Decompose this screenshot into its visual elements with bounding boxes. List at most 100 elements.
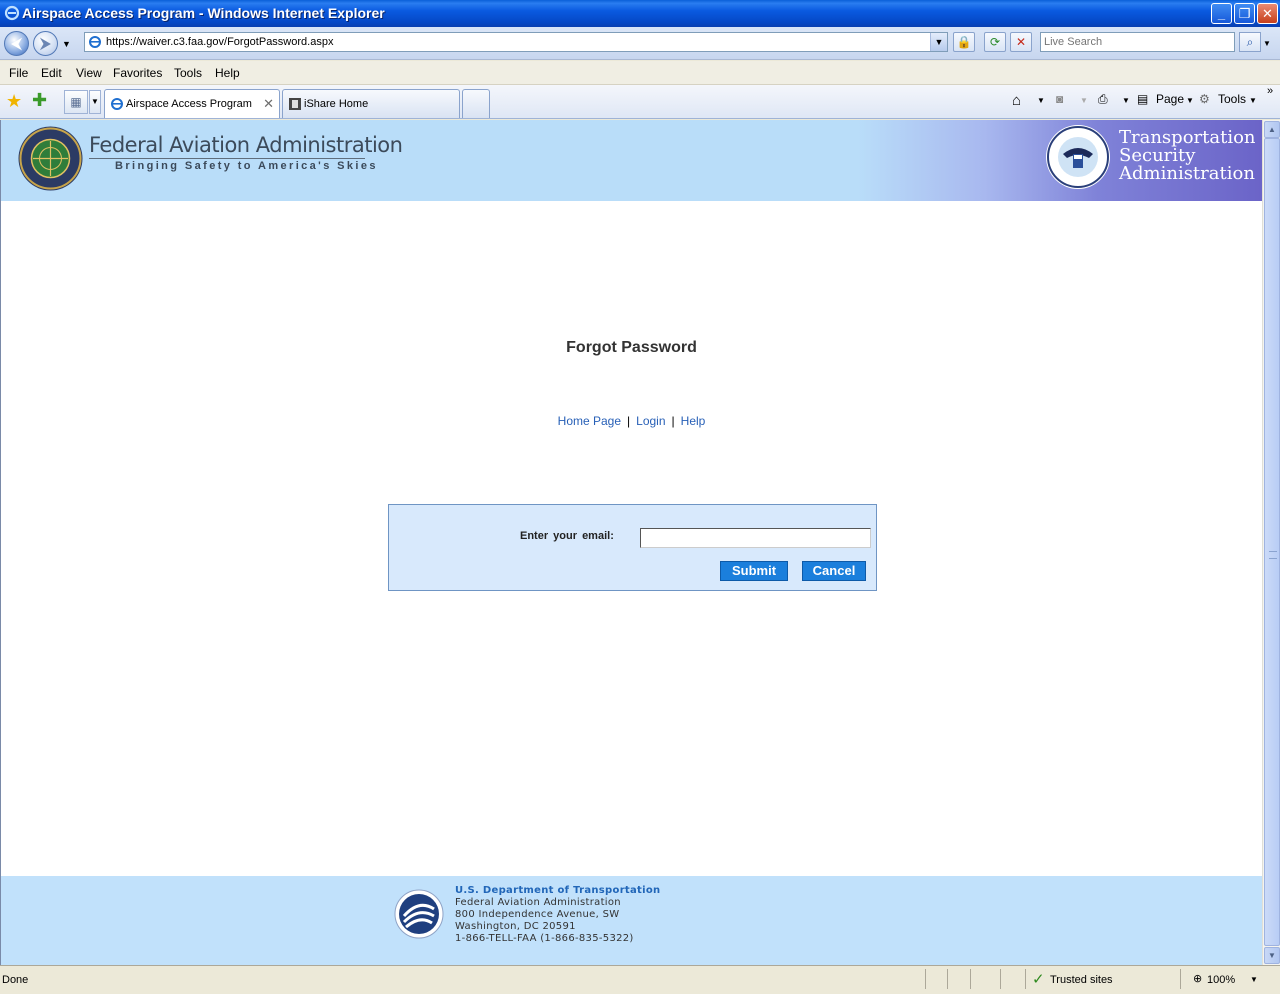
email-label: Enter your email: [520,530,614,542]
home-dropdown-icon[interactable]: ▼ [1037,96,1045,105]
search-box[interactable] [1040,32,1235,52]
status-divider [1000,969,1001,989]
home-page-link[interactable]: Home Page [558,414,621,428]
new-tab-button[interactable] [462,89,490,118]
tsa-line-3: Administration [1119,163,1255,184]
cancel-button[interactable]: Cancel [802,561,866,581]
dot-department-link[interactable]: U.S. Department of Transportation [455,885,660,897]
menu-view[interactable]: View [76,66,102,80]
zoom-level[interactable]: 100% [1207,974,1235,986]
tsa-name: Transportation Security Administration [1119,129,1256,183]
menu-edit[interactable]: Edit [41,66,62,80]
page-viewport: Federal Aviation Administration Bringing… [0,120,1262,965]
status-bar: Done ✓ Trusted sites ⊕ 100% ▼ [0,965,1280,994]
close-tab-icon[interactable]: ✕ [263,96,274,112]
chevron-more-icon[interactable]: » [1267,85,1273,97]
tab-bar: ★ ✚ ▦ ▼ Airspace Access Program ✕ iShare… [0,85,1280,119]
dot-contact-info: U.S. Department of Transportation Federa… [455,885,660,945]
address-input[interactable] [106,34,926,50]
trusted-check-icon: ✓ [1032,971,1045,988]
window-title: Airspace Access Program - Windows Intern… [22,5,385,21]
gear-icon[interactable]: ⚙ [1199,92,1210,106]
add-favorites-icon[interactable]: ✚ [32,90,47,111]
page-title: Forgot Password [566,339,697,356]
feeds-dropdown-icon[interactable]: ▼ [1080,96,1088,105]
page-header: Federal Aviation Administration Bringing… [1,120,1262,201]
tab-airspace-access-program[interactable]: Airspace Access Program ✕ [104,89,280,118]
menu-bar: File Edit View Favorites Tools Help [0,61,1280,85]
page-menu-icon[interactable]: ▤ [1137,92,1148,106]
close-window-button[interactable]: ✕ [1257,3,1278,24]
forward-button[interactable]: ⮞ [33,31,58,56]
forgot-password-form: Enter your email: Submit Cancel [388,504,877,591]
lock-icon[interactable]: 🔒 [953,32,975,52]
email-field[interactable] [640,528,871,548]
page-nav-links: Home Page | Login | Help [1,414,1262,428]
security-zone[interactable]: Trusted sites [1050,974,1113,986]
minimize-button[interactable]: _ [1211,3,1232,24]
grip-icon [1269,551,1277,559]
menu-tools[interactable]: Tools [174,66,202,80]
status-divider [1180,969,1181,989]
zoom-dropdown-icon[interactable]: ▼ [1250,975,1258,984]
scrollbar-thumb[interactable] [1264,138,1280,946]
search-input[interactable] [1041,33,1231,51]
link-separator: | [627,414,631,428]
search-icon[interactable]: ⌕ [1239,32,1261,52]
menu-favorites[interactable]: Favorites [113,66,162,80]
faa-title: Federal Aviation Administration [89,133,403,157]
address-toolbar: ⮜ ⮞ ▼ ▼ 🔒 ⟳ ✕ ⌕ ▼ [0,27,1280,60]
status-divider [970,969,971,989]
window-title-bar[interactable]: Airspace Access Program - Windows Intern… [0,0,1280,27]
status-divider [925,969,926,989]
print-dropdown-icon[interactable]: ▼ [1122,96,1130,105]
menu-help[interactable]: Help [215,66,240,80]
page-icon [89,36,101,48]
scroll-up-icon[interactable]: ▲ [1264,121,1280,138]
address-dropdown-icon[interactable]: ▼ [930,33,947,51]
search-options-dropdown-icon[interactable]: ▼ [1263,39,1271,48]
faa-tagline: Bringing Safety to America's Skies [115,160,378,172]
stop-button[interactable]: ✕ [1010,32,1032,52]
restore-button[interactable]: ❐ [1234,3,1255,24]
footer-phone: 1-866-TELL-FAA (1-866-835-5322) [455,933,634,944]
tab-ishare-home[interactable]: iShare Home [282,89,460,118]
status-divider [947,969,948,989]
tab-label: iShare Home [304,98,369,110]
login-link[interactable]: Login [636,414,665,428]
favorites-star-icon[interactable]: ★ [6,91,22,112]
back-button[interactable]: ⮜ [4,31,29,56]
vertical-scrollbar[interactable]: ▲ ▼ [1262,120,1280,965]
status-divider [1025,969,1026,989]
tab-list-dropdown-icon[interactable]: ▼ [89,90,101,114]
ie-page-icon [111,98,123,110]
dot-seal-logo [394,889,444,939]
status-text: Done [2,974,29,986]
zoom-icon[interactable]: ⊕ [1193,972,1202,985]
recent-pages-dropdown-icon[interactable]: ▼ [62,39,71,49]
page-footer: U.S. Department of Transportation Federa… [1,876,1262,965]
print-icon[interactable]: ⎙ [1098,92,1108,107]
header-divider [89,158,365,159]
internet-explorer-icon [4,5,20,21]
menu-file[interactable]: File [9,66,28,80]
feeds-icon[interactable]: ◙ [1056,92,1063,106]
address-bar[interactable]: ▼ [84,32,948,52]
dhs-seal-logo [1046,125,1110,189]
link-separator: | [671,414,675,428]
footer-street: 800 Independence Avenue, SW [455,909,620,920]
help-link[interactable]: Help [681,414,706,428]
tab-label: Airspace Access Program [126,98,252,110]
footer-city: Washington, DC 20591 [455,921,576,932]
ishare-favicon-icon [289,98,301,110]
tools-menu-button[interactable]: Tools [1218,92,1246,106]
home-icon[interactable]: ⌂ [1012,92,1021,109]
scroll-down-icon[interactable]: ▼ [1264,947,1280,964]
page-dropdown-icon[interactable]: ▼ [1186,96,1194,105]
submit-button[interactable]: Submit [720,561,788,581]
footer-agency: Federal Aviation Administration [455,897,621,908]
refresh-button[interactable]: ⟳ [984,32,1006,52]
page-menu-button[interactable]: Page [1156,92,1184,106]
quick-tabs-icon[interactable]: ▦ [64,90,88,114]
tools-dropdown-icon[interactable]: ▼ [1249,96,1257,105]
